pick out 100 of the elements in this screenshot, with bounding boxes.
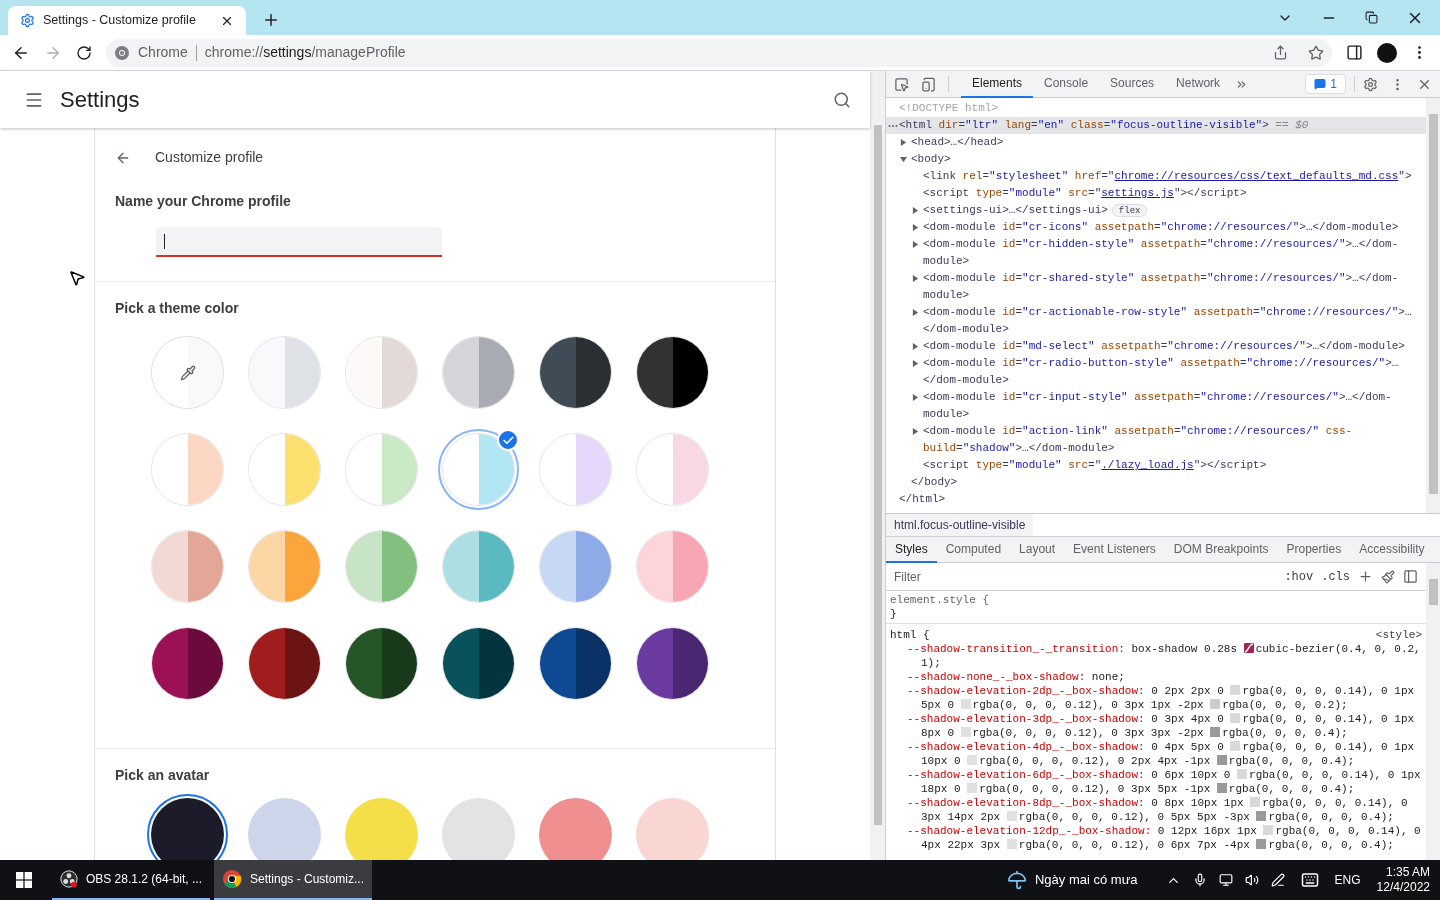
windows-logo-icon[interactable]	[16, 872, 32, 888]
styles-tab[interactable]: Properties	[1277, 536, 1351, 563]
pen-icon[interactable]	[1270, 873, 1285, 887]
network-icon[interactable]	[1218, 873, 1233, 887]
clock-date[interactable]: 12/4/2022	[1376, 880, 1430, 895]
theme-color-swatch[interactable]	[438, 429, 519, 510]
dom-node-row[interactable]: <link rel="stylesheet" href="chrome://resources/css/text_defaults_md.css">	[886, 168, 1426, 185]
dom-node-row[interactable]: <script type="module" src="./lazy_load.js"></script>	[886, 457, 1426, 474]
side-panel-icon[interactable]	[1346, 44, 1363, 61]
bookmark-star-icon[interactable]	[1308, 44, 1324, 61]
dom-node-row[interactable]: <body>	[886, 151, 1426, 168]
taskbar-app-button[interactable]: Settings - Customiz...	[214, 860, 372, 900]
bezier-curve-icon[interactable]	[1243, 643, 1254, 653]
flex-badge[interactable]: flex	[1111, 204, 1148, 217]
color-swatch-icon[interactable]	[1263, 825, 1274, 835]
dom-node-row[interactable]: <html dir="ltr" lang="en" class="focus-outline-visible"> == $0	[886, 117, 1426, 134]
umbrella-icon[interactable]	[1006, 870, 1027, 890]
css-declaration[interactable]: --shadow-elevation-8dp_-_box-shadow: 0 8px 10px 1px rgba(0, 0, 0, 0.14), 0 3px 14px 2px rgba(0, 0, 0, 0.12), 0 5px 5px -3px rgba(0, 0, 0, 0.4);	[890, 796, 1422, 824]
color-swatch-icon[interactable]	[1006, 811, 1017, 821]
collapsed-arrow-icon[interactable]	[912, 309, 919, 316]
restore-icon[interactable]	[1365, 11, 1378, 24]
collapsed-arrow-icon[interactable]	[912, 207, 919, 214]
breadcrumb[interactable]: html.focus-outline-visible	[886, 514, 1034, 536]
styles-scrollbar[interactable]	[1426, 563, 1440, 860]
dom-node-row[interactable]: <dom-module id="md-select" assetpath="chrome://resources/">…</dom-module>	[886, 338, 1426, 355]
dom-node-row[interactable]: <dom-module id="cr-radio-button-style" assetpath="chrome://resources/">… </dom-module>	[886, 355, 1426, 389]
color-swatch-icon[interactable]	[1210, 727, 1221, 737]
new-tab-icon[interactable]	[262, 11, 280, 29]
weather-text[interactable]: Ngày mai có mưa	[1034, 870, 1138, 890]
color-swatch-icon[interactable]	[967, 755, 978, 765]
collapsed-arrow-icon[interactable]	[912, 394, 919, 401]
sidebar-toggle-icon[interactable]	[1403, 569, 1418, 584]
css-source-link[interactable]: <style>	[1375, 628, 1422, 642]
profile-name-field[interactable]	[156, 227, 442, 257]
color-swatch-icon[interactable]	[1250, 797, 1261, 807]
language-indicator[interactable]: ENG	[1334, 871, 1361, 889]
issues-button[interactable]: 1	[1305, 74, 1346, 94]
keyboard-icon[interactable]	[1300, 871, 1319, 889]
styles-tab[interactable]: Layout	[1010, 536, 1065, 563]
color-swatch-icon[interactable]	[1230, 713, 1241, 723]
collapsed-arrow-icon[interactable]	[912, 360, 919, 367]
dom-node-row[interactable]: <script type="module" src="settings.js"></script>	[886, 185, 1426, 202]
collapsed-arrow-icon[interactable]	[912, 275, 919, 282]
collapsed-arrow-icon[interactable]	[900, 139, 907, 146]
expanded-arrow-icon[interactable]	[900, 156, 907, 163]
color-swatch-icon[interactable]	[1256, 811, 1267, 821]
color-swatch-icon[interactable]	[1216, 755, 1227, 765]
devtools-tab[interactable]: Sources	[1099, 70, 1166, 98]
address-bar[interactable]: Chrome chrome://settings/manageProfile	[106, 38, 1332, 67]
dom-node-row[interactable]: <dom-module id="cr-hidden-style" assetpath="chrome://resources/">…</dom-module>	[886, 236, 1426, 270]
page-scrollbar[interactable]	[870, 71, 885, 860]
hover-toggle[interactable]: :hov	[1284, 567, 1314, 586]
class-toggle[interactable]: .cls	[1321, 567, 1350, 586]
color-swatch-icon[interactable]	[1237, 769, 1248, 779]
devtools-tab[interactable]: Network	[1165, 70, 1232, 98]
color-swatch-icon[interactable]	[1230, 685, 1241, 695]
color-swatch-icon[interactable]	[960, 727, 971, 737]
code-link[interactable]: settings.js	[1101, 187, 1174, 199]
settings-icon[interactable]	[1363, 76, 1378, 92]
inspect-icon[interactable]	[894, 76, 909, 92]
reload-icon[interactable]	[76, 44, 92, 61]
paintbrush-icon[interactable]	[1381, 569, 1395, 584]
dom-node-row[interactable]: <dom-module id="cr-icons" assetpath="chrome://resources/">…</dom-module>	[886, 219, 1426, 236]
css-declaration[interactable]: --shadow-transition_-_transition: box-shadow 0.28s cubic-bezier(0.4, 0, 0.2, 1);	[890, 642, 1422, 670]
code-link[interactable]: ./lazy_load.js	[1101, 459, 1194, 471]
volume-icon[interactable]	[1244, 873, 1259, 887]
new-rule-icon[interactable]	[1358, 569, 1373, 584]
styles-tab[interactable]: Styles	[886, 536, 937, 563]
code-link[interactable]: chrome://resources/css/text_defaults_md.css	[1114, 170, 1399, 182]
collapsed-arrow-icon[interactable]	[912, 241, 919, 248]
search-icon[interactable]	[833, 90, 851, 109]
collapsed-arrow-icon[interactable]	[912, 428, 919, 435]
taskbar-app-button[interactable]: OBS 28.1.2 (64-bit, ...	[52, 860, 210, 900]
collapsed-arrow-icon[interactable]	[912, 224, 919, 231]
devtools-tab[interactable]: Console	[1033, 70, 1100, 98]
color-swatch-icon[interactable]	[1210, 699, 1221, 709]
custom-color-button[interactable]	[151, 336, 224, 409]
dom-node-row[interactable]: <head>…</head>	[886, 134, 1426, 151]
styles-tab[interactable]: Event Listeners	[1064, 536, 1165, 563]
css-declaration[interactable]: --shadow-none_-_box-shadow: none;	[890, 670, 1422, 684]
dom-node-row[interactable]: <dom-module id="cr-shared-style" assetpath="chrome://resources/">…</dom-module>	[886, 270, 1426, 304]
dom-node-row[interactable]: <dom-module id="action-link" assetpath="chrome://resources/" css-build="shadow">…</dom-module>	[886, 423, 1426, 457]
profile-avatar[interactable]	[1377, 42, 1397, 63]
devtools-tab[interactable]: Elements	[961, 70, 1034, 98]
microphone-icon[interactable]	[1192, 873, 1207, 887]
dom-node-row[interactable]: <settings-ui>…</settings-ui> flex	[886, 202, 1426, 219]
color-swatch-icon[interactable]	[967, 783, 978, 793]
color-swatch-icon[interactable]	[1006, 839, 1017, 849]
share-icon[interactable]	[1273, 45, 1288, 60]
css-declaration[interactable]: --shadow-elevation-12dp_-_box-shadow: 0 12px 16px 1px rgba(0, 0, 0, 0.14), 0 4px 22px 3px rgba(0, 0, 0, 0.12), 0 6px 7px -4px rgba(0, 0, 0, 0.4);	[890, 824, 1422, 852]
color-swatch-icon[interactable]	[1216, 783, 1227, 793]
more-icon[interactable]	[888, 124, 898, 128]
clock-time[interactable]: 1:35 AM	[1385, 865, 1430, 880]
styles-tab[interactable]: DOM Breakpoints	[1164, 536, 1278, 563]
collapsed-arrow-icon[interactable]	[912, 343, 919, 350]
color-swatch-icon[interactable]	[960, 699, 971, 709]
dom-scrollbar[interactable]	[1426, 98, 1440, 513]
avatar-image[interactable]	[147, 794, 228, 860]
device-icon[interactable]	[921, 76, 936, 92]
browser-tab[interactable]: Settings - Customize profile	[8, 6, 246, 35]
